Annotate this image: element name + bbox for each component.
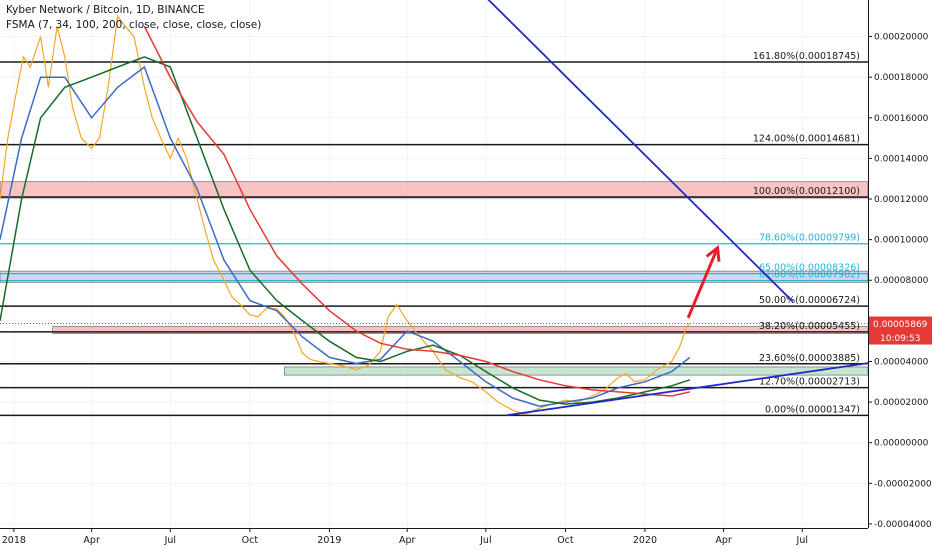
fib-label: 12.70%(0.00002713) xyxy=(759,377,860,388)
x-tick-label: 2018 xyxy=(2,535,26,546)
x-tick-label: Jul xyxy=(479,535,491,546)
x-tick-label: Oct xyxy=(242,535,259,546)
fib-label: 23.60%(0.00003885) xyxy=(759,353,860,364)
y-tick-label: -0.00002000 xyxy=(874,479,932,489)
countdown-label: 10:09:53 xyxy=(880,334,920,344)
y-tick-label: 0.00016000 xyxy=(874,114,929,124)
x-tick-label: Apr xyxy=(715,535,732,546)
fib-label: 161.80%(0.00018745) xyxy=(753,51,860,62)
x-tick-label: Jul xyxy=(796,535,808,546)
chart-stage: 161.80%(0.00018745) 124.00%(0.00014681) 10… xyxy=(0,0,932,550)
x-tick-label: 2020 xyxy=(633,535,657,546)
y-tick-label: 0.00014000 xyxy=(874,154,929,164)
zone-rect xyxy=(284,366,869,376)
x-tick-label: 2019 xyxy=(317,535,341,546)
y-tick-label: -0.00004000 xyxy=(874,520,932,530)
x-tick-label: Apr xyxy=(83,535,100,546)
x-tick-label: Oct xyxy=(557,535,574,546)
fib-label: 100.00%(0.00012100) xyxy=(753,186,860,197)
fib-label: 0.00%(0.00001347) xyxy=(765,404,860,415)
fib-label: 50.00%(0.00006724) xyxy=(759,295,860,306)
price-chart[interactable]: 161.80%(0.00018745) 124.00%(0.00014681) 10… xyxy=(0,0,932,550)
fib-label: 78.60%(0.00009799) xyxy=(759,233,860,244)
y-tick-label: 0.00010000 xyxy=(874,236,929,246)
y-tick-label: 0.00000000 xyxy=(874,439,929,449)
series-line xyxy=(0,56,691,405)
fib-label: 124.00%(0.00014681) xyxy=(753,134,860,145)
x-axis-panel xyxy=(0,528,932,550)
symbol-title[interactable]: Kyber Network / Bitcoin, 1D, BINANCE xyxy=(6,3,261,18)
y-tick-label: 0.00008000 xyxy=(874,276,929,286)
indicator-label[interactable]: FSMA (7, 34, 100, 200, close, close, clo… xyxy=(6,18,261,33)
fib-label: 38.20%(0.00005455) xyxy=(759,321,860,332)
x-tick-label: Apr xyxy=(399,535,416,546)
price-badge-label: 0.00005869 xyxy=(873,320,928,330)
y-tick-label: 0.00004000 xyxy=(874,357,929,367)
y-tick-label: 0.00020000 xyxy=(874,33,929,43)
series-line xyxy=(143,26,691,397)
red-arrow-shaft xyxy=(686,247,719,319)
chart-header: Kyber Network / Bitcoin, 1D, BINANCE FSM… xyxy=(6,3,261,33)
fib-label: 61.80%(0.00007982) xyxy=(759,270,860,281)
series-line xyxy=(0,14,691,415)
trend-line xyxy=(487,0,794,303)
y-tick-label: 0.00012000 xyxy=(874,195,929,205)
y-tick-label: 0.00002000 xyxy=(874,398,929,408)
x-tick-label: Jul xyxy=(164,535,176,546)
zone-rect xyxy=(0,181,869,199)
y-tick-label: 0.00018000 xyxy=(874,73,929,83)
